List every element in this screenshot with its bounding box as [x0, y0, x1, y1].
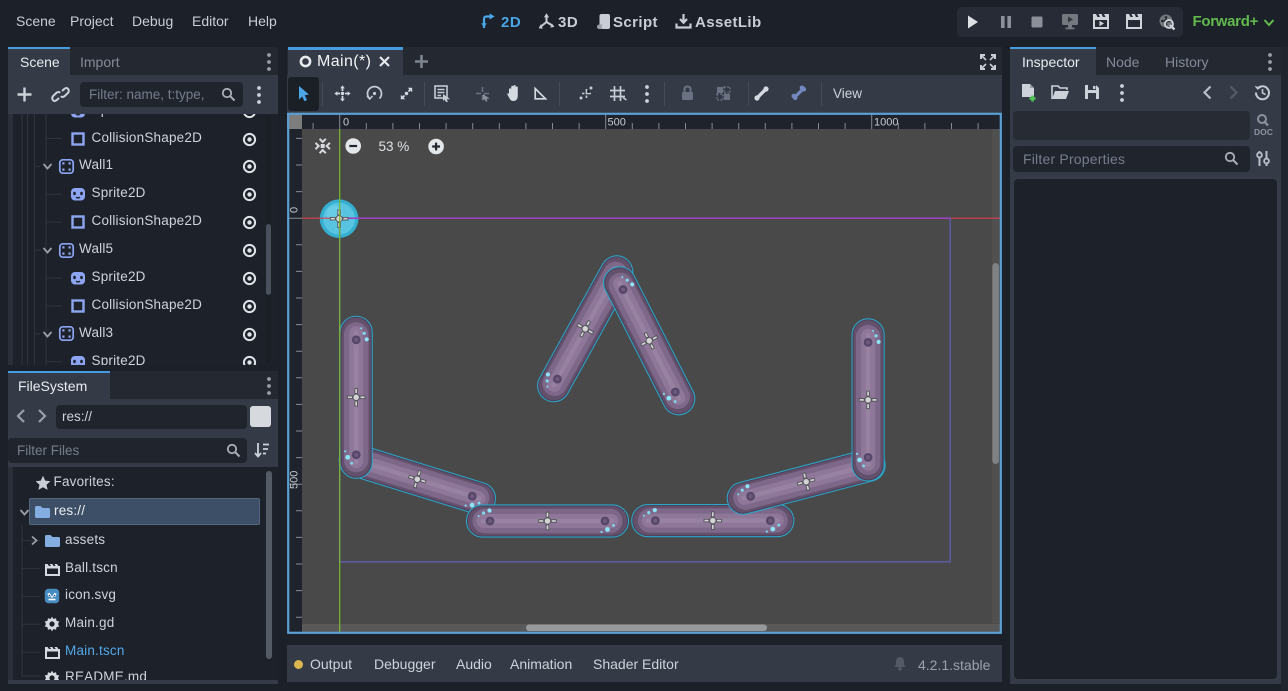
svg-text:500: 500	[289, 471, 301, 489]
svg-text:0: 0	[289, 207, 301, 213]
svg-text:1000: 1000	[874, 117, 898, 129]
svg-text:0: 0	[343, 117, 349, 129]
svg-text:53 %: 53 %	[379, 139, 410, 154]
svg-text:DOC: DOC	[1254, 127, 1273, 137]
svg-text:500: 500	[608, 117, 626, 129]
